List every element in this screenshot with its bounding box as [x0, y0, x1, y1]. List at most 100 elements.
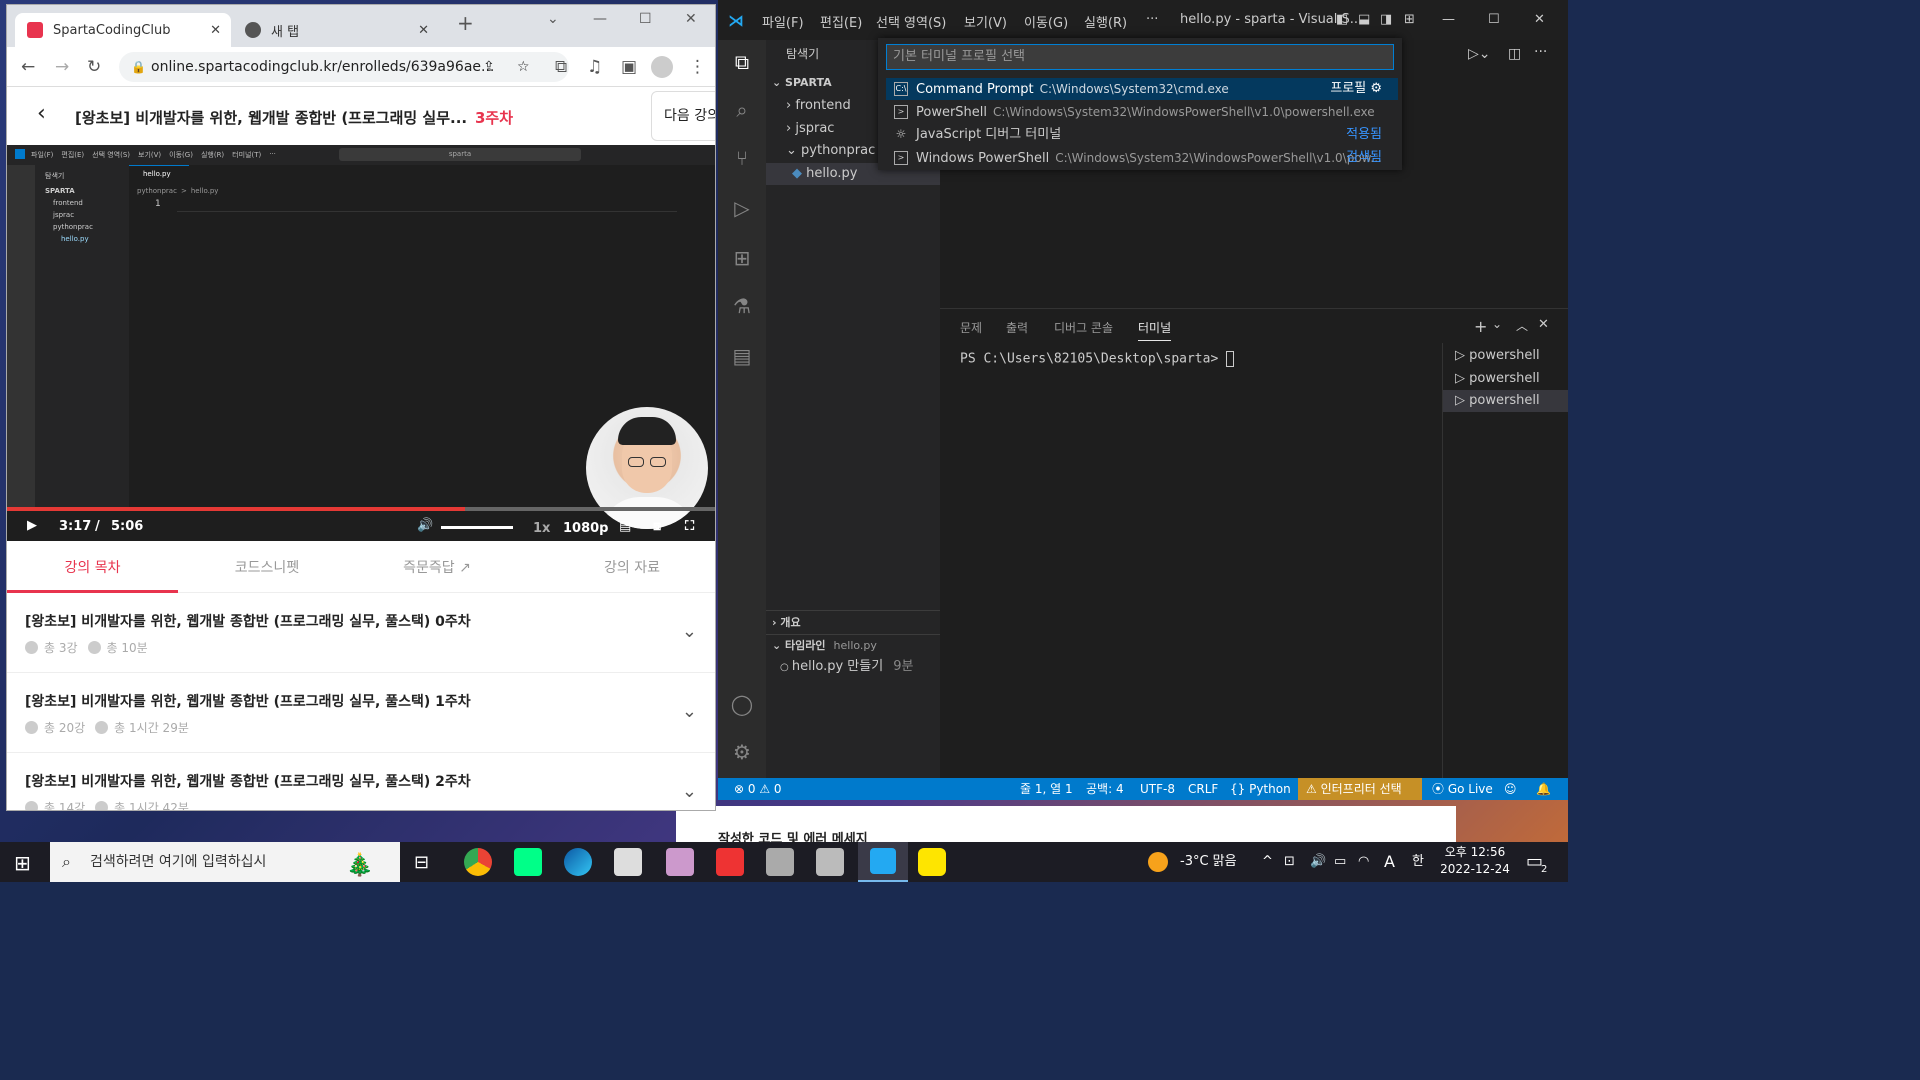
more-actions-icon[interactable]: ··· — [1534, 44, 1547, 60]
picture-in-picture-icon[interactable]: ⧈ — [653, 519, 661, 534]
interpreter-select[interactable]: ⚠ 인터프리터 선택 — [1298, 778, 1422, 800]
notification-center-icon[interactable]: ▭ — [1526, 842, 1543, 882]
kakaotalk-app-icon[interactable] — [918, 848, 946, 876]
menu-more[interactable]: ··· — [1146, 12, 1158, 27]
menu-run[interactable]: 실행(R) — [1084, 12, 1127, 31]
battery-icon[interactable]: ▭ — [1334, 842, 1346, 882]
chevron-down-icon[interactable]: ⌄ — [682, 621, 697, 642]
back-icon[interactable]: ← — [21, 57, 35, 77]
panel-tab-debug-console[interactable]: 디버그 콘솔 — [1054, 319, 1113, 336]
terminal-dropdown-icon[interactable]: ⌄ — [1492, 317, 1502, 331]
minimize-icon[interactable]: — — [593, 11, 607, 27]
windows-start-icon[interactable]: ⊞ — [14, 851, 31, 875]
panel-tab-output[interactable]: 출력 — [1006, 319, 1028, 336]
fullscreen-icon[interactable]: ⛶ — [685, 519, 694, 534]
video-player[interactable]: 파일(F) 편집(E) 선택 영역(S) 보기(V) 이동(G) 실행(R) 터… — [7, 145, 715, 541]
reload-icon[interactable]: ↻ — [87, 57, 101, 77]
vscode-taskbar-active[interactable] — [858, 842, 908, 882]
menu-view[interactable]: 보기(V) — [964, 12, 1007, 31]
tab-spartacodingclub[interactable]: SpartaCodingClub ✕ — [15, 13, 231, 47]
quickpick-item-windows-powershell[interactable]: > Windows PowerShell C:\Windows\System32\… — [886, 147, 1398, 169]
profile-avatar-icon[interactable] — [651, 56, 673, 78]
week-item[interactable]: [왕초보] 비개발자를 위한, 웹개발 종합반 (프로그래밍 실무, 풀스택) … — [7, 593, 715, 673]
ime-mode-a[interactable]: A — [1384, 842, 1395, 882]
volume-tray-icon[interactable]: 🔊 — [1310, 842, 1326, 882]
new-terminal-icon[interactable]: + — [1474, 317, 1487, 336]
close-tab-icon[interactable]: ✕ — [210, 23, 221, 38]
wifi-icon[interactable]: ◠ — [1358, 842, 1369, 882]
show-hidden-icons[interactable]: ^ — [1262, 842, 1273, 882]
week-item[interactable]: [왕초보] 비개발자를 위한, 웹개발 종합반 (프로그래밍 실무, 풀스택) … — [7, 673, 715, 753]
next-lecture-button[interactable]: 다음 강의 — [651, 91, 715, 141]
remote-explorer-icon[interactable]: ▤ — [730, 344, 754, 368]
menu-edit[interactable]: 편집(E) — [820, 12, 862, 31]
tab-new-tab[interactable]: 새 탭 ✕ — [233, 13, 439, 47]
toggle-sidebar-icon[interactable]: ◧ — [1336, 12, 1348, 27]
extensions-icon[interactable]: ⧉ — [555, 57, 567, 77]
timeline-section[interactable]: ⌄ 타임라인 hello.py — [766, 635, 940, 657]
indentation[interactable]: 공백: 4 — [1086, 778, 1124, 800]
tab-search-icon[interactable]: ⌄ — [547, 11, 559, 27]
address-bar[interactable]: 🔒 online.spartacodingclub.kr/enrolleds/6… — [119, 52, 569, 82]
paint-app-icon[interactable] — [666, 848, 694, 876]
close-window-icon[interactable]: ✕ — [685, 11, 697, 27]
side-panel-icon[interactable]: ▣ — [621, 57, 637, 77]
problems-status[interactable]: ⊗ 0 ⚠ 0 — [734, 778, 782, 800]
tab-code-snippet[interactable]: 코드스니펫 — [187, 557, 347, 577]
network-tray-icon[interactable]: ⊡ — [1284, 842, 1295, 882]
accounts-status-icon[interactable]: ☺ — [1504, 778, 1517, 800]
notifications-bell-icon[interactable]: 🔔 — [1536, 778, 1551, 800]
maximize-panel-icon[interactable]: ︿ — [1516, 317, 1528, 334]
quickpick-item-command-prompt[interactable]: C:\ Command Prompt C:\Windows\System32\cm… — [886, 78, 1398, 100]
tab-qna[interactable]: 즉문즉답 ↗ — [367, 557, 507, 577]
maximize-icon[interactable]: ☐ — [639, 11, 652, 27]
tab-materials[interactable]: 강의 자료 — [547, 557, 715, 577]
timeline-entry[interactable]: ○ hello.py 만들기 9분 — [766, 656, 940, 678]
week-item[interactable]: [왕초보] 비개발자를 위한, 웹개발 종합반 (프로그래밍 실무, 풀스택) … — [7, 753, 715, 810]
terminal-instance[interactable]: ▷ powershell — [1443, 368, 1568, 390]
toggle-secondary-sidebar-icon[interactable]: ◨ — [1380, 12, 1392, 27]
media-control-icon[interactable]: ♫ — [587, 57, 602, 77]
capture-app-icon[interactable] — [766, 848, 794, 876]
terminal-prompt[interactable]: PS C:\Users\82105\Desktop\sparta> — [960, 351, 1235, 367]
weather-icon[interactable] — [1148, 852, 1168, 872]
accounts-icon[interactable]: ◯ — [730, 692, 754, 716]
go-live[interactable]: ⦿ Go Live — [1432, 778, 1493, 800]
panel-tab-terminal[interactable]: 터미널 — [1138, 319, 1172, 341]
customize-layout-icon[interactable]: ⊞ — [1404, 12, 1415, 27]
close-panel-icon[interactable]: ✕ — [1538, 317, 1549, 332]
terminal-instance[interactable]: ▷ powershell — [1443, 345, 1568, 367]
back-to-course-icon[interactable]: ‹ — [37, 101, 46, 126]
run-debug-icon[interactable]: ▷ — [730, 196, 754, 220]
speed-button[interactable]: 1x — [533, 521, 550, 536]
quality-button[interactable]: 1080p — [563, 521, 609, 536]
menu-selection[interactable]: 선택 영역(S) — [876, 12, 946, 31]
bookmark-star-icon[interactable]: ☆ — [517, 52, 530, 82]
edge-app-icon[interactable] — [564, 848, 592, 876]
source-control-icon[interactable]: ⑂ — [730, 146, 754, 170]
menu-file[interactable]: 파일(F) — [762, 12, 804, 31]
subtitles-icon[interactable]: ▤ — [619, 519, 631, 534]
clock[interactable]: 오후 12:56 2022-12-24 — [1440, 844, 1510, 878]
volume-slider[interactable] — [441, 526, 513, 529]
app-icon[interactable] — [514, 848, 542, 876]
chrome-app-icon[interactable] — [464, 848, 492, 876]
taskbar-search[interactable]: ⌕ 검색하려면 여기에 입력하십시 🎄 — [50, 842, 400, 882]
forward-icon[interactable]: → — [55, 57, 69, 77]
new-tab-button[interactable]: + — [457, 11, 474, 35]
ime-mode-han[interactable]: 한 — [1412, 842, 1424, 882]
maximize-icon[interactable]: ☐ — [1488, 12, 1500, 27]
run-python-icon[interactable]: ▷⌄ — [1468, 46, 1491, 62]
language-mode[interactable]: {} Python — [1230, 778, 1291, 800]
weather-text[interactable]: -3°C 맑음 — [1180, 842, 1237, 882]
gear-icon[interactable]: ⚙ — [1370, 81, 1382, 96]
terminal-instance[interactable]: ▷ powershell — [1443, 390, 1568, 412]
outline-section[interactable]: › 개요 — [766, 612, 940, 634]
minimize-icon[interactable]: — — [1442, 12, 1455, 27]
menu-go[interactable]: 이동(G) — [1024, 12, 1068, 31]
chevron-down-icon[interactable]: ⌄ — [682, 701, 697, 722]
share-icon[interactable]: ⇪ — [483, 52, 495, 82]
search-icon[interactable]: ⌕ — [730, 98, 754, 122]
close-window-icon[interactable]: ✕ — [1534, 12, 1545, 27]
line-ending[interactable]: CRLF — [1188, 778, 1218, 800]
